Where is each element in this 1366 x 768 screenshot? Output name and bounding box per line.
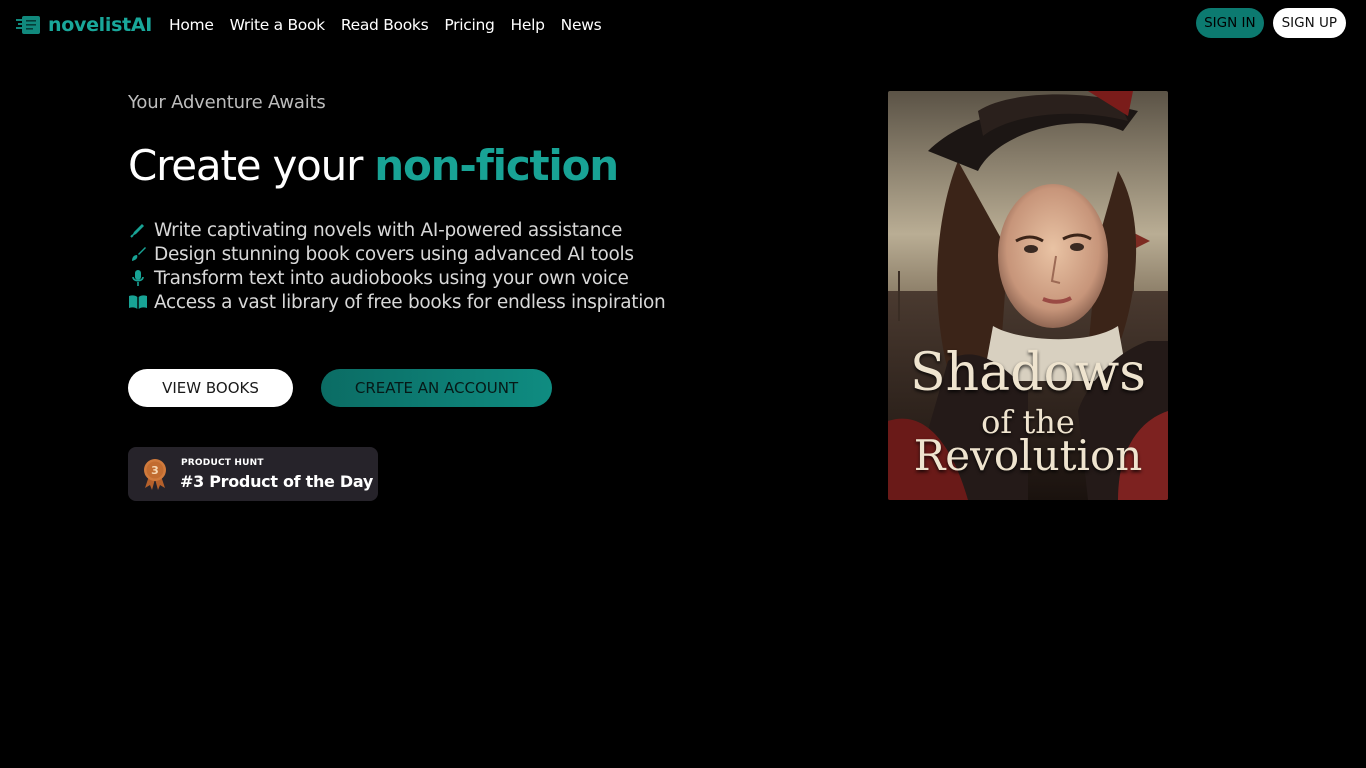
nav-news[interactable]: News — [561, 16, 602, 34]
cover-title-line1: Shadows — [910, 343, 1146, 403]
hero-tagline: Your Adventure Awaits — [128, 92, 326, 113]
logo-text: novelistAI — [48, 14, 153, 36]
nav-write-a-book[interactable]: Write a Book — [230, 16, 326, 34]
feature-text: Write captivating novels with AI-powered… — [154, 219, 623, 241]
feature-text: Access a vast library of free books for … — [154, 291, 666, 313]
book-open-icon — [128, 293, 148, 311]
feature-text: Transform text into audiobooks using you… — [154, 267, 629, 289]
book-cover[interactable]: Shadows of the Revolution — [888, 91, 1168, 500]
view-books-button[interactable]: VIEW BOOKS — [128, 369, 293, 407]
brush-icon — [128, 245, 148, 263]
nav-help[interactable]: Help — [511, 16, 545, 34]
logo-icon — [16, 16, 40, 34]
headline-accent: non-fiction — [374, 141, 619, 190]
create-account-button[interactable]: CREATE AN ACCOUNT — [321, 369, 552, 407]
microphone-icon — [128, 269, 148, 287]
cover-title-line3: Revolution — [913, 431, 1143, 480]
product-hunt-badge[interactable]: 3 PRODUCT HUNT #3 Product of the Day — [128, 447, 378, 501]
medal-rank: 3 — [151, 464, 159, 477]
hero-headline: Create your non-fiction — [128, 141, 619, 190]
feature-text: Design stunning book covers using advanc… — [154, 243, 634, 265]
product-hunt-rank-text: #3 Product of the Day — [180, 472, 373, 491]
main-nav: Home Write a Book Read Books Pricing Hel… — [169, 16, 602, 34]
feature-item: Write captivating novels with AI-powered… — [128, 218, 665, 242]
feature-list: Write captivating novels with AI-powered… — [128, 218, 666, 314]
sign-in-button[interactable]: SIGN IN — [1196, 8, 1264, 38]
feature-item: Access a vast library of free books for … — [128, 290, 666, 314]
pen-icon — [128, 221, 148, 239]
product-hunt-label: PRODUCT HUNT — [181, 458, 264, 468]
nav-pricing[interactable]: Pricing — [444, 16, 494, 34]
auth-buttons: SIGN IN SIGN UP — [1196, 8, 1346, 38]
logo[interactable]: novelistAI — [16, 14, 152, 36]
nav-home[interactable]: Home — [169, 16, 214, 34]
feature-item: Design stunning book covers using advanc… — [128, 242, 665, 266]
medal-icon: 3 — [144, 459, 166, 490]
nav-read-books[interactable]: Read Books — [341, 16, 429, 34]
site-header: novelistAI Home Write a Book Read Books … — [0, 0, 1366, 52]
feature-item: Transform text into audiobooks using you… — [128, 266, 665, 290]
sign-up-button[interactable]: SIGN UP — [1272, 8, 1346, 38]
headline-prefix: Create your — [128, 141, 375, 190]
